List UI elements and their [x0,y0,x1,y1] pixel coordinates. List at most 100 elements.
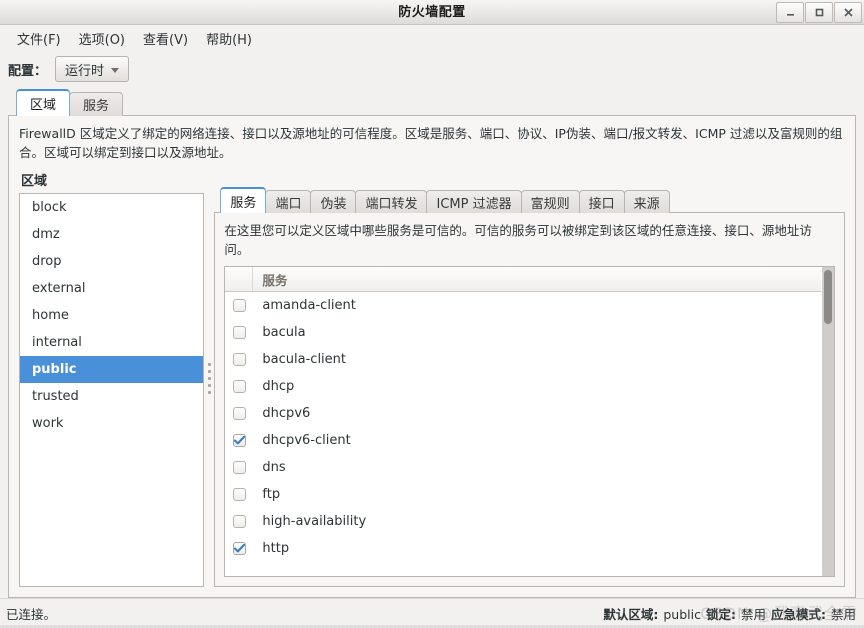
service-checkbox-cell[interactable] [225,515,253,528]
tab-zone-ports[interactable]: 端口 [265,190,312,213]
statusbar: 已连接。 默认区域: public 锁定: 禁用 应急模式: 禁用 CSDN @… [0,598,864,628]
status-info: 默认区域: public 锁定: 禁用 应急模式: 禁用 [603,604,856,623]
zone-settings-tabstrip: 服务 端口 伪装 端口转发 ICMP 过滤器 富规则 接口 来源 [214,187,845,213]
configuration-row: 配置： 运行时 [0,51,864,87]
services-table-rows: amanda-client bacula bacula-client dhcp … [225,292,821,576]
service-checkbox-cell[interactable] [225,380,253,393]
configuration-select[interactable]: 运行时 [55,56,130,82]
tab-zone-interfaces[interactable]: 接口 [578,190,625,213]
scrollbar-thumb[interactable] [824,270,832,324]
service-name: amanda-client [262,298,356,313]
checkbox-icon[interactable] [232,380,246,393]
service-checkbox-cell[interactable] [225,461,253,474]
table-row[interactable]: dhcp [225,373,821,400]
column-header-service: 服务 [262,272,288,288]
default-zone-value: public [663,607,701,622]
maximize-button[interactable] [805,2,833,23]
window-title: 防火墙配置 [398,4,466,20]
tab-zones[interactable]: 区域 [16,89,71,116]
service-name: high-availability [262,514,367,529]
service-checkbox-cell[interactable] [225,434,253,447]
checkbox-icon[interactable] [232,515,246,528]
service-name: dhcpv6-client [262,433,351,448]
tab-zone-icmp-filter[interactable]: ICMP 过滤器 [426,190,522,213]
service-checkbox-cell[interactable] [225,326,253,339]
service-checkbox-cell[interactable] [225,353,253,366]
lockdown-label: 锁定: [705,607,736,622]
tab-zone-port-forwarding[interactable]: 端口转发 [355,190,428,213]
list-item[interactable]: external [20,275,203,302]
splitter-handle-icon [207,363,211,394]
column-header-checkbox [225,267,254,291]
service-name: dns [262,460,286,475]
panes: 区域 block dmz drop external home internal… [19,170,845,587]
checkbox-icon[interactable] [232,326,246,339]
service-name: ftp [262,487,281,502]
table-row[interactable]: bacula [225,319,821,346]
service-checkbox-cell[interactable] [225,488,253,501]
zone-services-page: 在这里您可以定义区域中哪些服务是可信的。可信的服务可以被绑定到该区域的任意连接、… [214,212,845,587]
table-row[interactable]: dhcpv6-client [225,427,821,454]
main-notebook: 区域 服务 FirewallD 区域定义了绑定的网络连接、接口以及源地址的可信程… [8,89,856,598]
services-table-inner: 服务 amanda-client bacula bacula-client dh… [225,267,821,576]
service-checkbox-cell[interactable] [225,407,253,420]
tab-services[interactable]: 服务 [69,92,124,116]
table-row[interactable]: amanda-client [225,292,821,319]
checkbox-checked-icon[interactable] [232,542,246,555]
menu-file[interactable]: 文件(F) [8,26,70,51]
checkbox-icon[interactable] [232,488,246,501]
titlebar: 防火墙配置 [0,0,864,25]
menu-options[interactable]: 选项(O) [70,26,134,51]
chevron-down-icon [111,67,120,73]
services-scrollbar[interactable] [821,267,834,576]
services-description: 在这里您可以定义区域中哪些服务是可信的。可信的服务可以被绑定到该区域的任意连接、… [224,223,812,257]
panic-mode-label: 应急模式: [770,607,826,622]
checkbox-icon[interactable] [232,461,246,474]
zone-list[interactable]: block dmz drop external home internal pu… [19,193,205,587]
list-item[interactable]: internal [20,329,203,356]
tab-zone-services[interactable]: 服务 [220,187,267,213]
pane-splitter[interactable] [204,170,214,587]
table-row[interactable]: ftp [225,481,821,508]
service-name: dhcp [262,379,295,394]
list-item[interactable]: work [20,410,203,437]
table-row[interactable]: dhcpv6 [225,400,821,427]
list-item[interactable]: trusted [20,383,203,410]
service-name: bacula-client [262,352,347,367]
services-table-header: 服务 [225,267,821,292]
menubar: 文件(F) 选项(O) 查看(V) 帮助(H) [0,25,864,51]
service-checkbox-cell[interactable] [225,299,253,312]
default-zone-label: 默认区域: [603,607,659,622]
firewall-config-window: 防火墙配置 文件(F) 选项(O) 查看(V) 帮助(H) 配置： 运行时 区域… [0,0,864,628]
service-name: http [262,541,290,556]
service-name: dhcpv6 [262,406,311,421]
configuration-select-value: 运行时 [65,63,105,79]
zone-pane: 区域 block dmz drop external home internal… [19,170,205,587]
tab-zone-masquerade[interactable]: 伪装 [310,190,357,213]
services-table: 服务 amanda-client bacula bacula-client dh… [224,266,835,577]
zone-list-title: 区域 [21,174,48,189]
configuration-label: 配置： [8,63,48,79]
tab-zone-rich-rules[interactable]: 富规则 [520,190,580,213]
table-row[interactable]: bacula-client [225,346,821,373]
tab-zone-sources[interactable]: 来源 [623,190,670,213]
table-row[interactable]: dns [225,454,821,481]
checkbox-icon[interactable] [232,353,246,366]
list-item-selected[interactable]: public [20,356,204,383]
list-item[interactable]: drop [20,248,203,275]
list-item[interactable]: home [20,302,203,329]
list-item[interactable]: block [20,194,203,221]
checkbox-icon[interactable] [232,299,246,312]
menu-view[interactable]: 查看(V) [134,26,197,51]
window-controls [776,2,862,23]
menu-help[interactable]: 帮助(H) [197,26,261,51]
minimize-button[interactable] [776,2,804,23]
close-button[interactable] [834,2,862,23]
checkbox-icon[interactable] [232,407,246,420]
list-item[interactable]: dmz [20,221,203,248]
service-checkbox-cell[interactable] [225,542,253,555]
table-row[interactable]: http [225,535,821,562]
checkbox-checked-icon[interactable] [232,434,246,447]
table-row[interactable]: high-availability [225,508,821,535]
panic-mode-value: 禁用 [830,607,856,622]
